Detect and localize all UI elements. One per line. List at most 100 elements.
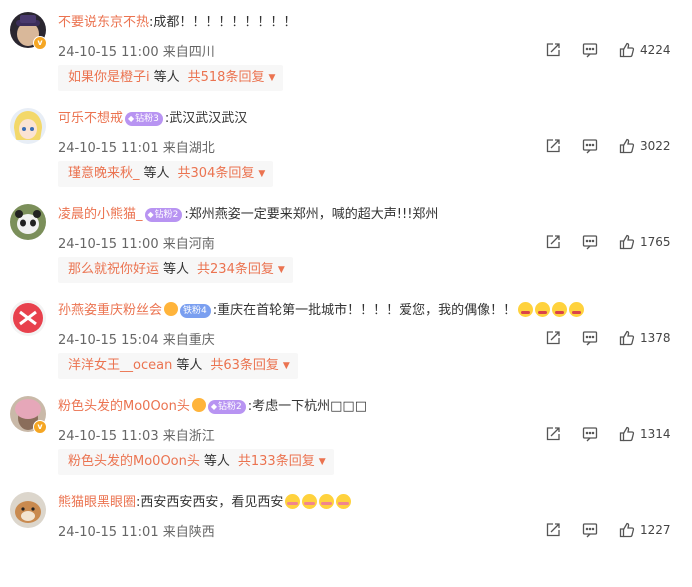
like-icon[interactable] xyxy=(619,522,635,538)
reply-preview[interactable]: 那么就祝你好运 等人 共234条回复 ▼ xyxy=(58,257,293,283)
avatar[interactable] xyxy=(10,492,46,528)
fan-badge-label: 钻粉2 xyxy=(218,402,242,412)
reply-etc: 等人 xyxy=(143,166,170,181)
blush-emoji-icon xyxy=(319,494,335,509)
reply-count[interactable]: 共133条回复 xyxy=(238,454,315,469)
chevron-down-icon[interactable]: ▼ xyxy=(319,457,326,467)
comment-meta: 24-10-15 15:04 来自重庆 xyxy=(58,329,215,348)
fan-club-icon xyxy=(164,302,179,316)
avatar[interactable] xyxy=(10,300,46,336)
comment-username[interactable]: 粉色头发的Mo0Oon头 xyxy=(58,399,190,414)
crying-emoji-icon xyxy=(552,302,568,317)
comment-item: 凌晨的小熊猫_ ◆钻粉2:郑州燕姿一定要来郑州，喊的超大声!!!郑州 24-10-… xyxy=(0,204,692,299)
comment-username[interactable]: 凌晨的小熊猫_ xyxy=(58,207,143,222)
fan-badge[interactable]: ◆钻粉3 xyxy=(125,112,163,126)
reply-count[interactable]: 共234条回复 xyxy=(197,262,274,277)
like-icon[interactable] xyxy=(619,426,635,442)
reply-preview[interactable]: 瑾意晚来秋_ 等人 共304条回复 ▼ xyxy=(58,161,274,187)
comment-text: :武汉武汉武汉 xyxy=(164,111,248,126)
like-icon[interactable] xyxy=(619,138,635,154)
chevron-down-icon[interactable]: ▼ xyxy=(258,169,265,179)
like-count: 1314 xyxy=(640,427,671,441)
diamond-icon: ◆ xyxy=(147,210,154,219)
comment-time: 24-10-15 11:00 xyxy=(58,45,159,60)
comment-icon[interactable] xyxy=(582,138,598,154)
like-count: 1227 xyxy=(640,523,671,537)
comment-location: 来自浙江 xyxy=(162,429,215,444)
reply-etc: 等人 xyxy=(163,262,190,277)
diamond-icon: ◆ xyxy=(128,114,135,123)
reply-preview[interactable]: 粉色头发的Mo0Oon头 等人 共133条回复 ▼ xyxy=(58,449,334,475)
chevron-down-icon[interactable]: ▼ xyxy=(278,265,285,275)
reply-preview[interactable]: 如果你是橙子i 等人 共518条回复 ▼ xyxy=(58,65,284,91)
share-icon[interactable] xyxy=(545,234,561,250)
share-icon[interactable] xyxy=(545,330,561,346)
reply-etc: 等人 xyxy=(153,70,180,85)
verified-icon: v xyxy=(33,420,47,434)
fan-badge[interactable]: 铁粉4 xyxy=(180,304,211,318)
comment-meta: 24-10-15 11:01 来自陕西 xyxy=(58,521,215,540)
comment-username[interactable]: 不要说东京不热 xyxy=(58,15,149,30)
comment-time: 24-10-15 11:00 xyxy=(58,237,159,252)
comment-time: 24-10-15 11:01 xyxy=(58,525,159,540)
comment-location: 来自四川 xyxy=(162,45,215,60)
reply-count[interactable]: 共63条回复 xyxy=(210,358,279,373)
comment-text: :考虑一下杭州□□□ xyxy=(247,399,367,414)
avatar[interactable] xyxy=(10,204,46,240)
reply-count[interactable]: 共518条回复 xyxy=(188,70,265,85)
chevron-down-icon[interactable]: ▼ xyxy=(268,73,275,83)
comment-text: :西安西安西安，看见西安 xyxy=(136,495,284,510)
share-icon[interactable] xyxy=(545,426,561,442)
crying-emoji-icon xyxy=(535,302,551,317)
comment-username[interactable]: 熊猫眼黑眼圈 xyxy=(58,495,136,510)
fan-badge[interactable]: ◆钻粉2 xyxy=(207,400,246,414)
comment-meta: 24-10-15 11:00 来自四川 xyxy=(58,41,215,60)
comment-icon[interactable] xyxy=(582,234,598,250)
reply-count[interactable]: 共304条回复 xyxy=(178,166,255,181)
fan-badge-label: 钻粉3 xyxy=(135,114,159,124)
comment-icon[interactable] xyxy=(582,330,598,346)
like-icon[interactable] xyxy=(619,42,635,58)
comment-location: 来自河南 xyxy=(162,237,215,252)
comment-time: 24-10-15 11:01 xyxy=(58,141,159,156)
reply-username[interactable]: 瑾意晚来秋_ xyxy=(68,166,140,181)
reply-username[interactable]: 粉色头发的Mo0Oon头 xyxy=(68,454,200,469)
blush-emoji-icon xyxy=(285,494,301,509)
comment-username[interactable]: 孙燕姿重庆粉丝会 xyxy=(58,303,162,318)
comment-username[interactable]: 可乐不想戒 xyxy=(58,111,123,126)
comment-icon[interactable] xyxy=(582,522,598,538)
comment-text: :郑州燕姿一定要来郑州，喊的超大声!!!郑州 xyxy=(184,207,439,222)
comment-item: 熊猫眼黑眼圈:西安西安西安，看见西安 24-10-15 11:01 来自陕西 1… xyxy=(0,492,692,587)
fan-badge-label: 铁粉4 xyxy=(183,306,207,316)
fan-badge[interactable]: ◆钻粉2 xyxy=(144,208,183,222)
reply-username[interactable]: 如果你是橙子i xyxy=(68,70,150,85)
comment-text: :重庆在首轮第一批城市！！！！爱您，我的偶像！！ xyxy=(212,303,517,318)
share-icon[interactable] xyxy=(545,522,561,538)
comment-location: 来自湖北 xyxy=(162,141,215,156)
comment-meta: 24-10-15 11:01 来自湖北 xyxy=(58,137,215,156)
reply-etc: 等人 xyxy=(176,358,203,373)
crying-emoji-icon xyxy=(569,302,585,317)
comment-icon[interactable] xyxy=(582,426,598,442)
like-count: 4224 xyxy=(640,43,671,57)
like-icon[interactable] xyxy=(619,234,635,250)
like-count: 1765 xyxy=(640,235,671,249)
comment-meta: 24-10-15 11:00 来自河南 xyxy=(58,233,215,252)
blush-emoji-icon xyxy=(302,494,318,509)
share-icon[interactable] xyxy=(545,138,561,154)
comment-item: 可乐不想戒 ◆钻粉3:武汉武汉武汉 24-10-15 11:01 来自湖北 302… xyxy=(0,108,692,203)
like-count: 3022 xyxy=(640,139,671,153)
like-count: 1378 xyxy=(640,331,671,345)
reply-etc: 等人 xyxy=(203,454,230,469)
share-icon[interactable] xyxy=(545,42,561,58)
diamond-icon: ◆ xyxy=(210,402,218,411)
avatar[interactable] xyxy=(10,108,46,144)
reply-preview[interactable]: 洋洋女王__ocean 等人 共63条回复 ▼ xyxy=(58,353,298,379)
comment-time: 24-10-15 11:03 xyxy=(58,429,159,444)
chevron-down-icon[interactable]: ▼ xyxy=(283,361,290,371)
reply-username[interactable]: 洋洋女王__ocean xyxy=(68,358,172,373)
comment-icon[interactable] xyxy=(582,42,598,58)
reply-username[interactable]: 那么就祝你好运 xyxy=(68,262,159,277)
comment-text: :成都！！！！！！！！！ xyxy=(149,15,297,30)
like-icon[interactable] xyxy=(619,330,635,346)
